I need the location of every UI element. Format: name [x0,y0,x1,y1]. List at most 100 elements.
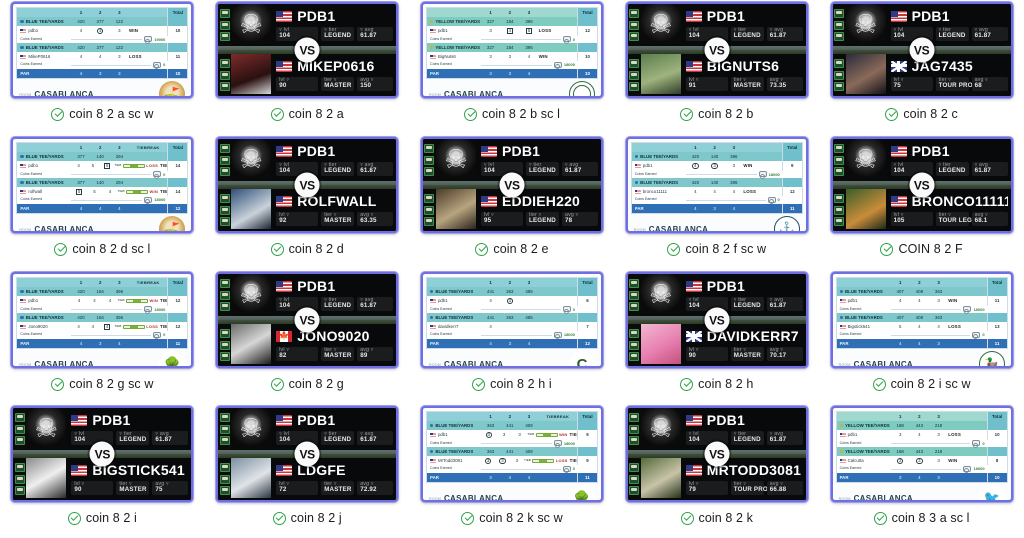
badge-strip [627,54,641,96]
thumbnail-caption[interactable]: coin 8 2 d sc l [54,242,150,256]
match-thumbnail[interactable]: PDB1▿ lvl104▿ tierLEGEND▿ avg61.87VSDAVI… [625,272,808,368]
tee-yardage-row: BLUE TEE/YARDS 420 140 396 [631,178,802,188]
gallery-cell: 1 2 3 Total BLUE TEE/YARDS 441 363 485 pdb1 4 3 6 Co… [410,270,615,404]
hole-score: 4 [692,162,699,170]
tee-dot-icon [429,424,434,428]
thumbnail-caption[interactable]: coin 8 2 b [680,107,753,121]
gallery-cell: 1 2 3 Total YELLOW TEE/YARDS 327 184 396 pdb1 3 4 5… [410,0,615,135]
thumbnail-caption[interactable]: COIN 8 2 F [880,242,963,256]
hole-number: 1 [489,280,492,285]
thumbnail-caption[interactable]: coin 8 2 b sc l [464,107,560,121]
scorecard: 1 2 3 TIEBREAK Total BLUE TEE/YARDS 420 184 396 p… [13,274,192,366]
thumbnail-caption[interactable]: coin 8 2 e [475,242,548,256]
scorecard-footer: ROOMCASABLANCAPRIZE18000 [836,349,1008,368]
thumbnail-caption[interactable]: coin 8 2 k sc w [461,511,563,525]
stat-avg: avg ▿ 89 [357,347,394,361]
gallery-cell: PDB1▿ lvl104▿ tierLEGEND▿ avg61.87VSBIGN… [614,0,819,135]
hole-score: 5 [93,189,96,195]
player-score-row: pdb1 4 3 3 WIN 10 [17,26,188,36]
scorecard-thumbnail[interactable]: 1 2 3 TIEBREAK Total BLUE TEE/YARDS 377 140 294 p… [11,137,194,233]
room-label: ROOM [428,496,441,501]
match-thumbnail[interactable]: PDB1▿ lvl104▿ tierLEGEND▿ avg61.87VSBIGS… [11,406,194,502]
thumbnail-caption[interactable]: coin 8 2 f sc w [667,242,766,256]
scorecard: 1 2 3 TIEBREAK Total BLUE TEE/YARDS 363 441 408 p… [422,408,601,501]
stat-value: 61.87 [360,302,377,310]
thumbnail-caption[interactable]: coin 8 2 c [885,107,958,121]
tee-total [781,152,802,162]
scores: 5 4 4 LOSS [891,322,987,331]
flag-icon-usa [480,195,497,207]
match-thumbnail[interactable]: PDB1▿ lvl104▿ tierLEGEND▿ avg61.87VSMRTO… [625,406,808,502]
tee-total [576,447,597,457]
tee-total [986,287,1007,297]
thumbnail-caption[interactable]: coin 8 3 a sc l [873,511,970,525]
scorecard-thumbnail[interactable]: 1 2 3 TIEBREAK Total BLUE TEE/YARDS 420 184 396 p… [11,272,194,368]
thumbnail-caption[interactable]: coin 8 2 a sc w [51,107,153,121]
hole-number: 2 [508,280,512,285]
room-value: CASABLANCA [648,225,709,233]
thumbnail-caption[interactable]: coin 8 2 d [270,242,344,256]
thumbnail-caption[interactable]: coin 8 2 k [680,511,754,525]
caption-text: coin 8 2 b [698,107,754,121]
thumbnail-caption[interactable]: coin 8 2 g [270,377,344,391]
tee-dot-icon [20,180,24,185]
scorecard-thumbnail[interactable]: 1 2 3 Total YELLOW TEE/YARDS 327 184 396 pdb1 3 4 5… [420,2,603,98]
yardage: 363 [486,423,495,429]
stat-value: 92 [279,217,287,225]
scorecard-thumbnail[interactable]: 1 2 3 TIEBREAK Total BLUE TEE/YARDS 363 441 408 p… [420,406,603,502]
flag-icon-usa [429,28,436,34]
match-thumbnail[interactable]: PDB1▿ lvl104▿ tierLEGEND▿ avg61.87VSBRON… [830,137,1013,233]
match-thumbnail[interactable]: PDB1▿ lvl104▿ tierLEGEND▿ avg61.87VS🍁JON… [216,272,399,368]
par-label: PAR [429,340,439,346]
thumbnail-caption[interactable]: coin 8 2 j [272,511,342,525]
hole-numbers: 1 2 3 [891,412,987,421]
stat-lvl: lvl ▿ 91 [685,77,728,91]
scorecard-thumbnail[interactable]: 1 2 3 Total BLUE TEE/YARDS 420 140 396 pdb1 4 3 3 WI… [625,137,808,233]
stat-lvl: lvl ▿ 92 [276,212,319,226]
yardage: 443 [915,423,924,429]
tiebreak-widget: TIEB LOSS [114,161,158,170]
room-prize-info: ROOMCASABLANCAPRIZE18000 [839,360,914,368]
yardage: 420 [691,154,700,160]
player-name: PDB1 [297,412,336,428]
tiebreak-widget: TIEB LOSS [114,322,158,331]
room-value: CASABLANCA [853,360,914,368]
match-thumbnail[interactable]: PDB1▿ lvl104▿ tierLEGEND▿ avg61.87VSJAG7… [830,2,1013,98]
scorecard-thumbnail[interactable]: 1 2 3 Total BLUE TEE/YARDS 407 408 363 pdb1 4 4 3 WI… [830,272,1013,368]
thumbnail-caption[interactable]: coin 8 2 i sc w [872,377,971,391]
hole-score: 3 [518,432,521,438]
tiebreak-result: WIN [149,298,158,304]
versus-card: PDB1▿ lvl104▿ tierLEGEND▿ avg61.87VSBIGN… [627,4,806,96]
thumbnail-caption[interactable]: coin 8 2 h [680,377,753,391]
match-thumbnail[interactable]: PDB1▿ lvl104▿ tierLEGEND▿ avg61.87VSBIGN… [625,2,808,98]
match-thumbnail[interactable]: PDB1▿ lvl104▿ tierLEGEND▿ avg61.87VSLDGF… [216,406,399,502]
scorecard-header-row: 1 2 3 TIEBREAK Total [17,278,188,288]
scorecard-thumbnail[interactable]: 1 2 3 Total YELLOW TEE/YARDS 188 443 218 pdb1 3 4 3… [830,406,1013,502]
stat-value: 66.88 [769,486,787,494]
player-total: 9 [576,430,597,440]
match-thumbnail[interactable]: PDB1▿ lvl104▿ tierLEGEND▿ avg61.87VSEDDI… [420,137,603,233]
player-info: BIGSTICK541 lvl ▿ 90 tier ▿ MASTER avg ▿ 75 [66,458,191,500]
tee-yardage-row: BLUE TEE/YARDS 441 363 485 [426,287,597,297]
coin-icon [553,332,562,340]
coins-earned-label: Coins Earned [429,36,452,41]
stat-value: 70.17 [769,352,787,360]
thumbnail-caption[interactable]: coin 8 2 i [67,511,137,525]
stat-avg: ▿ avg 61.87 [152,431,189,445]
match-thumbnail[interactable]: PDB1▿ lvl104▿ tierLEGEND▿ avg61.87VSMIKE… [216,2,399,98]
scorecard-thumbnail[interactable]: 1 2 3 Total BLUE TEE/YARDS 441 363 485 pdb1 4 3 6 Co… [420,272,603,368]
trophy-badge-icon [219,412,230,422]
hole-score: 5 [91,163,95,169]
tiebreak-bar [126,298,149,304]
par-label: PAR [839,474,849,480]
room-row: ROOM CASABLANCA [428,494,503,501]
stat-avg: ▿ avg 61.87 [357,297,394,311]
thumbnail-caption[interactable]: coin 8 2 h i [472,377,552,391]
tee-yardage-row: BLUE TEE/YARDS 377 140 294 [17,152,188,162]
scorecard-thumbnail[interactable]: 1 2 3 Total BLUE TEE/YARDS 420 377 122 pdb1 4 3 3 WI… [11,2,194,98]
thumbnail-caption[interactable]: coin 8 2 a [270,107,344,121]
match-thumbnail[interactable]: PDB1▿ lvl104▿ tierLEGEND▿ avg61.87VSROLF… [216,137,399,233]
thumbnail-caption[interactable]: coin 8 2 g sc w [51,377,153,391]
trophy-badge-icon [219,70,230,80]
result-cell: WIN [743,163,753,169]
